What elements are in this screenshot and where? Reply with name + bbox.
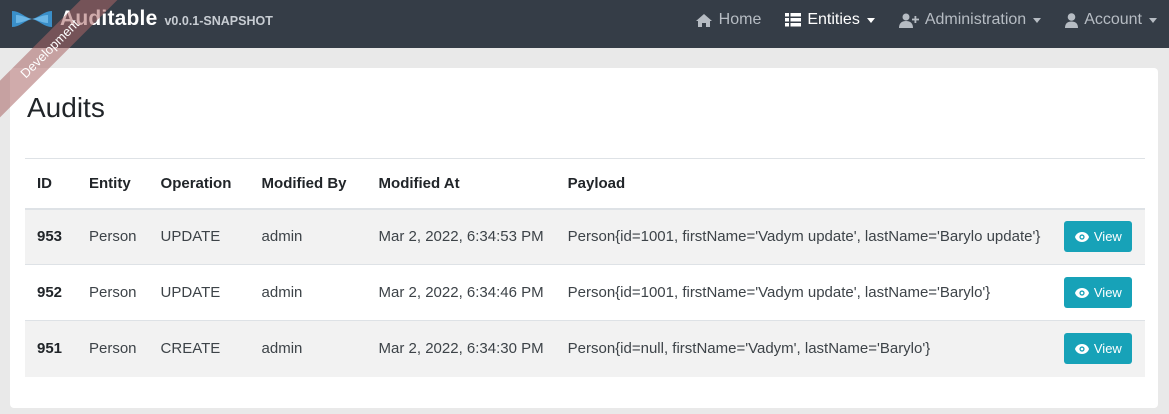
- cell-id: 953: [25, 208, 77, 265]
- eye-icon: [1074, 287, 1089, 298]
- cell-payload: Person{id=1001, firstName='Vadym update'…: [555, 264, 1053, 321]
- nav-administration[interactable]: Administration: [887, 0, 1053, 40]
- navbar: Auditable v0.0.1-SNAPSHOT Home Entities: [0, 0, 1169, 48]
- view-button-label: View: [1093, 229, 1122, 245]
- cell-entity: Person: [77, 208, 149, 265]
- view-button[interactable]: View: [1064, 221, 1133, 253]
- cell-modified-at: Mar 2, 2022, 6:34:46 PM: [366, 264, 556, 321]
- cell-payload: Person{id=1001, firstName='Vadym update'…: [555, 208, 1053, 265]
- ribbon-label: Development: [0, 0, 127, 126]
- cell-payload: Person{id=null, firstName='Vadym', lastN…: [555, 320, 1053, 377]
- chevron-down-icon: [866, 17, 875, 23]
- view-button-label: View: [1093, 341, 1122, 357]
- environment-ribbon: Development: [0, 0, 140, 140]
- column-header-payload[interactable]: Payload: [555, 158, 1053, 210]
- audits-card: Audits ID Entity Operation Modified By M…: [10, 68, 1158, 408]
- cell-modified-at: Mar 2, 2022, 6:34:53 PM: [366, 208, 556, 265]
- column-header-modified-at[interactable]: Modified At: [366, 158, 556, 210]
- cell-actions: View: [1052, 264, 1145, 321]
- column-header-actions: [1052, 158, 1145, 210]
- cell-entity: Person: [77, 264, 149, 321]
- eye-icon: [1074, 231, 1089, 242]
- cell-entity: Person: [77, 320, 149, 377]
- column-header-id[interactable]: ID: [25, 158, 77, 210]
- nav-account[interactable]: Account: [1053, 0, 1169, 40]
- eye-icon: [1074, 343, 1089, 354]
- cell-operation: UPDATE: [148, 264, 250, 321]
- cell-actions: View: [1052, 208, 1145, 265]
- view-button[interactable]: View: [1064, 333, 1133, 365]
- nav-home-label: Home: [718, 11, 762, 28]
- nav-home[interactable]: Home: [683, 0, 774, 40]
- table-row: 953 Person UPDATE admin Mar 2, 2022, 6:3…: [25, 208, 1145, 265]
- cell-id: 952: [25, 264, 77, 321]
- cell-operation: UPDATE: [148, 208, 250, 265]
- audits-table: ID Entity Operation Modified By Modified…: [25, 158, 1145, 377]
- column-header-entity[interactable]: Entity: [77, 158, 149, 210]
- view-button-label: View: [1093, 285, 1122, 300]
- chevron-down-icon: [1149, 17, 1157, 23]
- user-plus-icon: [898, 13, 919, 28]
- nav-administration-label: Administration: [924, 11, 1027, 28]
- home-icon: [695, 13, 712, 27]
- column-header-operation[interactable]: Operation: [148, 158, 250, 210]
- cell-modified-at: Mar 2, 2022, 6:34:30 PM: [366, 320, 556, 377]
- table-row: 951 Person CREATE admin Mar 2, 2022, 6:3…: [25, 320, 1145, 377]
- cell-id: 951: [25, 320, 77, 377]
- user-icon: [1065, 12, 1079, 28]
- nav-account-label: Account: [1084, 11, 1142, 28]
- table-header-row: ID Entity Operation Modified By Modified…: [25, 158, 1145, 210]
- column-header-modified-by[interactable]: Modified By: [249, 158, 367, 210]
- table-row: 952 Person UPDATE admin Mar 2, 2022, 6:3…: [25, 264, 1145, 321]
- table-list-icon: [785, 13, 802, 27]
- cell-modified-by: admin: [249, 320, 367, 377]
- view-button[interactable]: View: [1064, 277, 1133, 308]
- cell-modified-by: admin: [249, 208, 367, 265]
- nav-entities[interactable]: Entities: [773, 0, 886, 40]
- nav-menu: Home Entities Administration Account: [683, 0, 1169, 40]
- chevron-down-icon: [1033, 17, 1042, 23]
- cell-operation: CREATE: [148, 320, 250, 377]
- cell-actions: View: [1052, 320, 1145, 377]
- brand-version: v0.0.1-SNAPSHOT: [164, 13, 273, 28]
- nav-entities-label: Entities: [807, 11, 860, 28]
- cell-modified-by: admin: [249, 264, 367, 321]
